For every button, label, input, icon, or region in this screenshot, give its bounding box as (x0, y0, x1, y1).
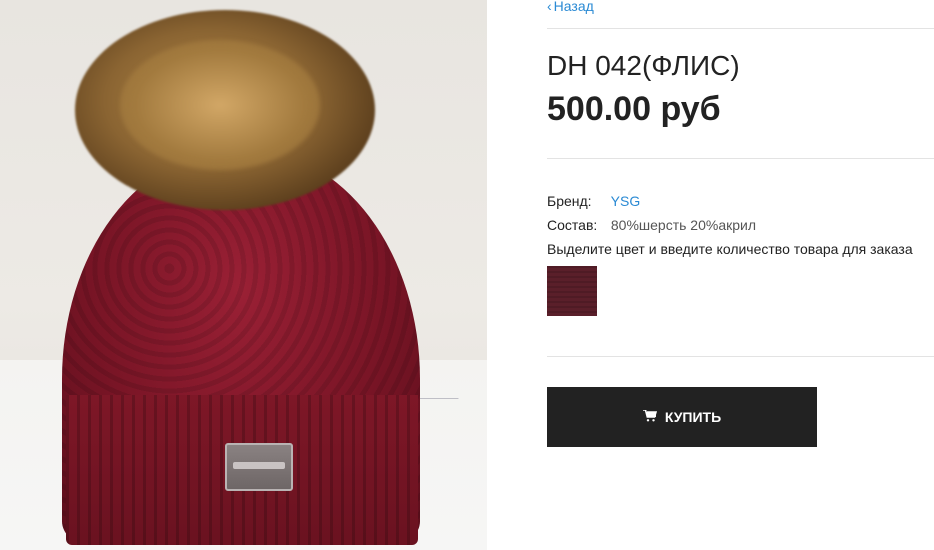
brand-row: Бренд: YSG (547, 193, 640, 209)
cart-icon (642, 408, 657, 425)
brand-label: Бренд: (547, 193, 592, 209)
divider (547, 28, 934, 29)
chevron-left-icon: ‹ (547, 0, 552, 14)
buy-button-label: КУПИТЬ (664, 409, 722, 425)
product-title: DH 042(ФЛИС) (547, 50, 740, 81)
color-swatch[interactable] (547, 266, 597, 316)
back-link[interactable]: ‹ Назад (547, 0, 594, 14)
divider (547, 158, 934, 159)
composition-label: Состав: (547, 217, 598, 233)
hat-label-tag (225, 443, 293, 491)
order-hint: Выделите цвет и введите количество товар… (547, 241, 913, 257)
buy-button[interactable]: КУПИТЬ (547, 387, 817, 447)
brand-link[interactable]: YSG (611, 193, 641, 209)
product-price: 500.00 руб (547, 90, 721, 128)
divider (547, 356, 934, 357)
back-link-label: Назад (553, 0, 594, 14)
composition-row: Состав: 80%шерсть 20%акрил (547, 217, 756, 233)
product-photo (0, 0, 487, 550)
composition-value: 80%шерсть 20%акрил (610, 217, 757, 233)
fur-pompom-highlight (120, 40, 320, 170)
